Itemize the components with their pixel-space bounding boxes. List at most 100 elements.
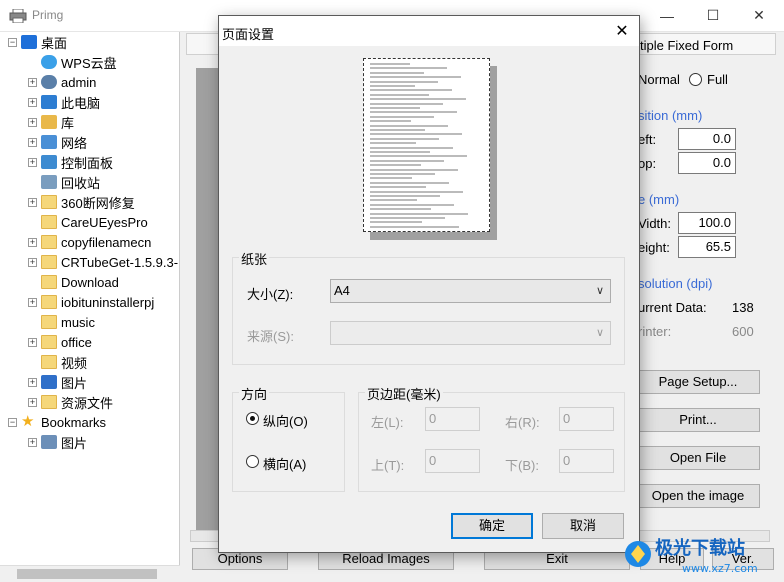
page-preview xyxy=(363,58,490,232)
tree-expander[interactable]: + xyxy=(28,117,37,127)
folder-icon xyxy=(41,315,57,329)
preview-sample-line xyxy=(370,168,458,171)
landscape-label[interactable]: 横向(A) xyxy=(263,454,306,473)
tree-item[interactable]: Download xyxy=(28,272,119,292)
app-title: Primg xyxy=(32,8,64,22)
tree-item[interactable]: music xyxy=(28,312,95,332)
tree-item[interactable]: 回收站 xyxy=(28,172,100,192)
preview-sample-line xyxy=(370,155,467,158)
tree-item[interactable]: + 图片 xyxy=(28,372,87,392)
scrollbar-thumb[interactable] xyxy=(17,569,157,579)
preview-sample-line xyxy=(370,115,434,118)
tree-item-label: 回收站 xyxy=(61,175,101,191)
folder-icon xyxy=(41,275,57,289)
preview-sample-line xyxy=(370,177,412,180)
preview-sample-line xyxy=(370,203,454,206)
folder-tree[interactable]: − 桌面 WPS云盘 + admin + 此电脑 + 库 + 网络 + 控制面板 回收站 +360断网修复 C… xyxy=(0,32,180,582)
tree-item-label: 资源文件 xyxy=(61,395,114,411)
mode-full-radio[interactable] xyxy=(689,73,702,86)
portrait-label[interactable]: 纵向(O) xyxy=(263,411,308,430)
tree-item[interactable]: + 此电脑 xyxy=(28,92,100,112)
open-image-button[interactable]: Open the image xyxy=(636,484,760,508)
tree-item[interactable]: + admin xyxy=(28,72,96,92)
tree-item[interactable]: − 桌面 xyxy=(8,32,67,52)
orientation-group-label: 方向 xyxy=(239,384,270,403)
top-input[interactable]: 0.0 xyxy=(678,152,736,174)
page-setup-button[interactable]: Page Setup... xyxy=(636,370,760,394)
left-input[interactable]: 0.0 xyxy=(678,128,736,150)
current-data-value: 138 xyxy=(732,300,754,315)
tree-expander[interactable]: + xyxy=(28,197,37,207)
printer-value: 600 xyxy=(732,324,754,339)
close-button[interactable]: ✕ xyxy=(736,0,782,31)
tree-item[interactable]: + iobituninstallerpj xyxy=(28,292,154,312)
ok-button[interactable]: 确定 xyxy=(451,513,533,539)
tree-item[interactable]: + 图片 xyxy=(28,432,87,452)
tree-item[interactable]: +360断网修复 xyxy=(28,192,135,212)
folder-icon xyxy=(41,255,57,269)
cancel-button[interactable]: 取消 xyxy=(542,513,624,539)
maximize-button[interactable]: ☐ xyxy=(690,0,736,31)
margin-top-input[interactable]: 0 xyxy=(425,449,480,473)
mode-normal-label[interactable]: Normal xyxy=(638,72,680,87)
source-label: 来源(S): xyxy=(247,329,294,344)
tree-item-label: CareUEyesPro xyxy=(61,214,148,230)
preview-sample-line xyxy=(370,93,429,96)
tree-item[interactable]: + 库 xyxy=(28,112,74,132)
tree-expander[interactable]: + xyxy=(28,337,37,347)
landscape-radio[interactable] xyxy=(246,455,259,468)
tree-item[interactable]: − ★ Bookmarks xyxy=(8,412,106,432)
tree-expander[interactable]: − xyxy=(8,37,17,47)
preview-sample-line xyxy=(370,199,417,202)
tree-item[interactable]: WPS云盘 xyxy=(28,52,117,72)
tree-expander[interactable]: + xyxy=(28,97,37,107)
preview-sample-line xyxy=(370,67,447,70)
tree-item-label: 360断网修复 xyxy=(61,195,135,211)
tree-item[interactable]: + 资源文件 xyxy=(28,392,113,412)
mode-full-label[interactable]: Full xyxy=(707,72,728,87)
tree-item[interactable]: + office xyxy=(28,332,92,352)
print-button[interactable]: Print... xyxy=(636,408,760,432)
height-input[interactable]: 65.5 xyxy=(678,236,736,258)
control-panel-icon xyxy=(41,155,57,169)
tree-item[interactable]: CareUEyesPro xyxy=(28,212,148,232)
size-label: 大小(Z): xyxy=(247,287,294,302)
tree-item[interactable]: + CRTubeGet-1.5.9.3- xyxy=(28,252,178,272)
margin-right-input[interactable]: 0 xyxy=(559,407,614,431)
preview-sample-line xyxy=(370,124,448,127)
portrait-radio[interactable] xyxy=(246,412,259,425)
tree-expander[interactable]: + xyxy=(28,437,37,447)
preview-sample-line xyxy=(370,71,424,74)
preview-sample-line xyxy=(370,173,435,175)
tree-expander[interactable]: + xyxy=(28,77,37,87)
paper-source-select[interactable]: ∨ xyxy=(330,321,611,345)
tree-expander[interactable]: − xyxy=(8,417,17,427)
dialog-close-button[interactable]: ✕ xyxy=(605,16,639,46)
tree-expander[interactable]: + xyxy=(28,377,37,387)
tree-item[interactable]: 视频 xyxy=(28,352,87,372)
tree-expander[interactable]: + xyxy=(28,137,37,147)
tree-expander[interactable]: + xyxy=(28,397,37,407)
tree-item[interactable]: + 控制面板 xyxy=(28,152,113,172)
tree-item[interactable]: + copyfilenamecn xyxy=(28,232,151,252)
preview-sample-line xyxy=(370,120,411,123)
tree-item-label: office xyxy=(61,334,92,350)
tree-expander[interactable]: + xyxy=(28,297,37,307)
margin-bottom-label: 下(B): xyxy=(505,458,539,473)
paper-size-select[interactable]: A4 ∨ xyxy=(330,279,611,303)
tab-label[interactable]: tiple Fixed Form xyxy=(640,38,733,53)
width-input[interactable]: 100.0 xyxy=(678,212,736,234)
tree-expander[interactable]: + xyxy=(28,237,37,247)
tree-item[interactable]: + 网络 xyxy=(28,132,87,152)
margin-left-input[interactable]: 0 xyxy=(425,407,480,431)
network-icon xyxy=(41,135,57,149)
paper-group-label: 纸张 xyxy=(239,249,270,268)
preview-sample-line xyxy=(370,142,416,145)
tree-expander[interactable]: + xyxy=(28,257,37,267)
tree-horizontal-scrollbar[interactable] xyxy=(0,565,180,582)
open-file-button[interactable]: Open File xyxy=(636,446,760,470)
minimize-button[interactable]: — xyxy=(644,0,690,31)
margin-bottom-input[interactable]: 0 xyxy=(559,449,614,473)
tree-expander[interactable]: + xyxy=(28,157,37,167)
margin-top-label: 上(T): xyxy=(371,458,405,473)
